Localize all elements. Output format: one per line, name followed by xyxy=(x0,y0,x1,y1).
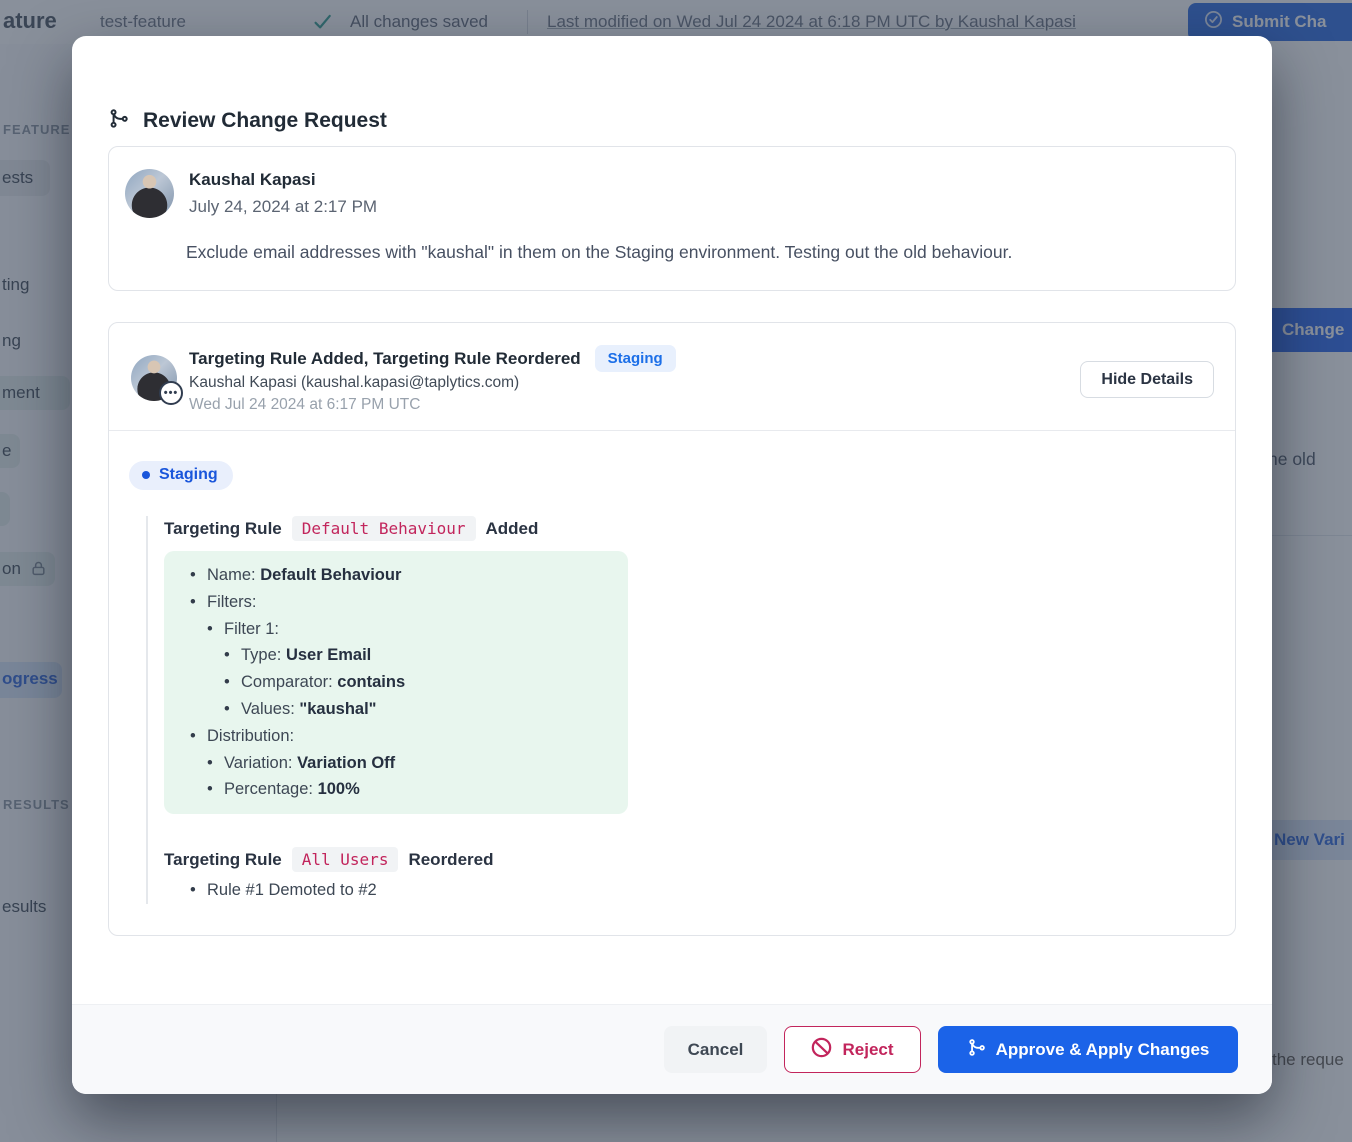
cancel-button[interactable]: Cancel xyxy=(664,1026,767,1073)
change-property: Filters: xyxy=(207,589,628,616)
prohibition-icon xyxy=(811,1037,832,1063)
ellipsis-badge-icon: ••• xyxy=(159,381,183,405)
rule-added-heading: Targeting Rule Default Behaviour Added xyxy=(164,516,1235,541)
rule-heading-suffix: Added xyxy=(486,519,539,539)
change-timestamp: Wed Jul 24 2024 at 6:17 PM UTC xyxy=(189,396,420,414)
rule-heading-prefix: Targeting Rule xyxy=(164,850,282,870)
git-merge-icon xyxy=(108,108,129,134)
change-property: Distribution: xyxy=(207,723,628,750)
environment-dot-icon xyxy=(142,471,150,479)
change-property: Values: "kaushal" xyxy=(241,696,628,723)
environment-pill-label: Staging xyxy=(159,466,218,484)
change-indent-block: Targeting Rule Default Behaviour Added N… xyxy=(146,516,1235,904)
rule-reordered-heading: Targeting Rule All Users Reordered xyxy=(164,847,1235,872)
change-property: Variation: Variation Off xyxy=(224,750,628,777)
avatar: ••• xyxy=(131,355,177,401)
change-property: Filter 1: xyxy=(224,616,628,643)
approve-apply-button[interactable]: Approve & Apply Changes xyxy=(938,1026,1238,1073)
git-merge-icon xyxy=(967,1038,986,1062)
added-rule-diff-box: Name: Default BehaviourFilters:Filter 1:… xyxy=(164,551,628,814)
change-property: Rule #1 Demoted to #2 xyxy=(207,877,1235,904)
change-property: Name: Default Behaviour xyxy=(207,562,628,589)
rule-heading-prefix: Targeting Rule xyxy=(164,519,282,539)
change-details-card: ••• Targeting Rule Added, Targeting Rule… xyxy=(108,322,1236,936)
reject-label: Reject xyxy=(842,1040,893,1060)
approve-label: Approve & Apply Changes xyxy=(996,1040,1210,1060)
change-card-header: ••• Targeting Rule Added, Targeting Rule… xyxy=(109,323,1235,431)
change-details-section: Staging Targeting Rule Default Behaviour… xyxy=(109,431,1235,904)
change-property: Type: User Email xyxy=(241,642,628,669)
author-name: Kaushal Kapasi xyxy=(189,170,316,190)
change-request-card: Kaushal Kapasi July 24, 2024 at 2:17 PM … xyxy=(108,146,1236,291)
request-timestamp: July 24, 2024 at 2:17 PM xyxy=(189,197,377,217)
rule-heading-suffix: Reordered xyxy=(408,850,493,870)
modal-title: Review Change Request xyxy=(143,109,387,133)
change-author: Kaushal Kapasi (kaushal.kapasi@taplytics… xyxy=(189,374,519,392)
change-summary-title: Targeting Rule Added, Targeting Rule Reo… xyxy=(189,349,581,369)
modal-footer: Cancel Reject Approve & Apply Changes xyxy=(72,1004,1272,1094)
environment-badge: Staging xyxy=(595,345,676,372)
review-change-request-modal: Review Change Request Kaushal Kapasi Jul… xyxy=(72,36,1272,1094)
change-property: Comparator: contains xyxy=(241,669,628,696)
reordered-items-list: Rule #1 Demoted to #2 xyxy=(164,877,1235,904)
environment-pill: Staging xyxy=(129,461,233,490)
rule-name-chip: Default Behaviour xyxy=(292,516,476,541)
modal-header: Review Change Request xyxy=(108,108,387,134)
change-property: Percentage: 100% xyxy=(224,776,628,803)
request-description: Exclude email addresses with "kaushal" i… xyxy=(186,242,1221,263)
reject-button[interactable]: Reject xyxy=(784,1026,921,1073)
avatar xyxy=(125,169,174,218)
rule-name-chip: All Users xyxy=(292,847,399,872)
added-properties-list: Name: Default BehaviourFilters:Filter 1:… xyxy=(164,562,628,803)
hide-details-button[interactable]: Hide Details xyxy=(1080,361,1214,398)
